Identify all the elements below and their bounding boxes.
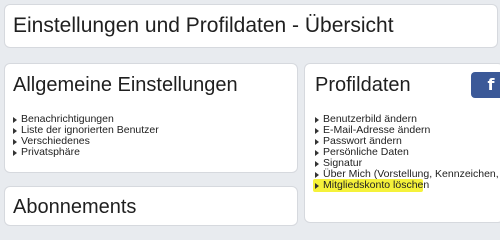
bullet-arrow-icon <box>13 138 17 145</box>
profile-data-title: Profildaten <box>315 74 411 96</box>
facebook-button[interactable]: f <box>471 72 500 98</box>
bullet-arrow-icon <box>315 171 319 178</box>
general-settings-title: Allgemeine Einstellungen <box>13 74 238 96</box>
profile-data-list: Benutzerbild ändern E-Mail-Adresse änder… <box>313 114 500 192</box>
general-settings-list: Benachrichtigungen Liste der ignorierten… <box>13 114 159 158</box>
subscriptions-title: Abonnements <box>13 196 137 218</box>
profile-data-panel: Profildaten f Benutzerbild ändern E-Mail… <box>304 63 500 223</box>
bullet-arrow-icon <box>13 127 17 134</box>
bullet-arrow-icon <box>315 182 319 189</box>
bullet-arrow-icon <box>13 149 17 156</box>
facebook-icon: f <box>487 75 495 94</box>
profile-link-delete-account[interactable]: Mitgliedskonto löschen <box>313 179 500 192</box>
page-title: Einstellungen und Profildaten - Übersich… <box>13 14 394 37</box>
bullet-arrow-icon <box>315 160 319 167</box>
settings-link-label[interactable]: Privatsphäre <box>21 147 80 158</box>
settings-link-privacy[interactable]: Privatsphäre <box>13 147 159 158</box>
page-header: Einstellungen und Profildaten - Übersich… <box>4 4 498 48</box>
bullet-arrow-icon <box>315 116 319 123</box>
profile-link-label[interactable]: Mitgliedskonto löschen <box>323 180 429 191</box>
general-settings-panel: Allgemeine Einstellungen Benachrichtigun… <box>4 63 298 173</box>
bullet-arrow-icon <box>315 138 319 145</box>
bullet-arrow-icon <box>315 149 319 156</box>
bullet-arrow-icon <box>13 116 17 123</box>
bullet-arrow-icon <box>315 127 319 134</box>
subscriptions-panel: Abonnements <box>4 186 298 226</box>
